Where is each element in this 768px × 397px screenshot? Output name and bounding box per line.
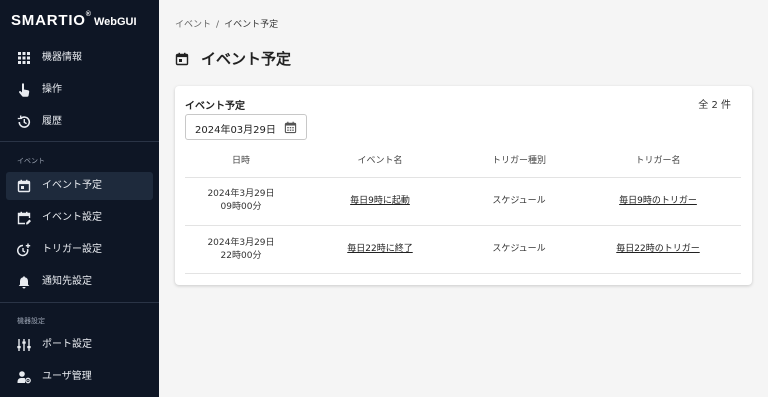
result-count: 全 2 件	[698, 100, 731, 111]
sidebar-item-label: 履歴	[42, 116, 62, 127]
row-time: 09時00分	[220, 202, 262, 212]
calendar-picker-icon[interactable]	[284, 121, 297, 134]
sidebar-item-notification-settings[interactable]: 通知先設定	[6, 268, 153, 296]
sidebar-item-label: 通知先設定	[42, 276, 92, 287]
trigger-type-cell: スケジュール	[492, 244, 546, 254]
column-header-trigger-name[interactable]: トリガー名	[635, 153, 680, 166]
table-header-divider	[185, 177, 741, 178]
brand-subtitle: WebGUI	[93, 16, 137, 28]
sidebar-item-port-settings[interactable]: ポート設定	[6, 331, 153, 359]
breadcrumb: イベント / イベント予定	[175, 17, 278, 30]
calendar-edit-icon	[17, 211, 31, 225]
brand-name: SMARTIO	[11, 12, 86, 29]
sidebar-section-event: イベント	[17, 157, 45, 165]
row-date: 2024年3月29日	[207, 238, 275, 248]
event-name-link[interactable]: 毎日9時に起動	[350, 195, 410, 208]
sidebar-item-event-schedule[interactable]: イベント予定	[6, 172, 153, 200]
sidebar-item-label: トリガー設定	[42, 244, 102, 255]
sidebar-item-history[interactable]: 履歴	[6, 108, 153, 136]
event-schedule-card: イベント予定 全 2 件 2024年03月29日 日時 イベント名 トリガー種別…	[175, 86, 752, 285]
event-name-link[interactable]: 毎日22時に終了	[347, 243, 412, 256]
table-row-divider	[185, 225, 741, 226]
sidebar-section-device: 機器設定	[17, 317, 45, 325]
hand-pointer-icon	[19, 83, 30, 97]
table-cell-date: 2024年3月29日 22時00分	[207, 237, 274, 263]
breadcrumb-separator: /	[216, 20, 220, 30]
sidebar: SMARTIO®WebGUI 機器情報 操作 履歴 イベント イベント予定 イベ…	[0, 0, 159, 397]
trigger-name-link[interactable]: 毎日22時のトリガー	[616, 243, 699, 256]
sidebar-item-event-settings[interactable]: イベント設定	[6, 204, 153, 232]
card-title: イベント予定	[185, 101, 245, 112]
brand-logo[interactable]: SMARTIO®WebGUI	[11, 11, 137, 30]
sidebar-divider	[0, 141, 159, 142]
bell-icon	[18, 276, 30, 289]
grid-icon	[18, 52, 30, 64]
sliders-icon	[17, 339, 31, 351]
date-value: 2024年03月29日	[195, 125, 276, 136]
trigger-type-cell: スケジュール	[492, 196, 546, 206]
sidebar-item-label: 機器情報	[42, 52, 82, 63]
row-date: 2024年3月29日	[207, 189, 275, 199]
page-title: イベント予定	[175, 48, 291, 69]
breadcrumb-current: イベント予定	[224, 20, 279, 30]
date-picker-input[interactable]: 2024年03月29日	[185, 114, 307, 140]
brand-registered-mark: ®	[85, 11, 91, 18]
row-time: 22時00分	[220, 251, 262, 261]
calendar-icon	[175, 52, 189, 65]
column-header-datetime[interactable]: 日時	[232, 153, 250, 166]
sidebar-item-user-management[interactable]: ユーザ管理	[6, 363, 153, 391]
user-gear-icon	[17, 371, 31, 384]
calendar-icon	[17, 179, 31, 193]
column-header-event-name[interactable]: イベント名	[357, 153, 402, 166]
sidebar-item-trigger-settings[interactable]: トリガー設定	[6, 236, 153, 264]
sidebar-item-label: イベント予定	[42, 180, 102, 191]
page-title-text: イベント予定	[201, 50, 292, 68]
trigger-name-link[interactable]: 毎日9時のトリガー	[619, 195, 697, 208]
sidebar-item-label: ポート設定	[42, 339, 92, 350]
sidebar-item-operation[interactable]: 操作	[6, 76, 153, 104]
sidebar-item-label: 操作	[42, 84, 62, 95]
table-cell-date: 2024年3月29日 09時00分	[207, 188, 274, 214]
sidebar-item-label: イベント設定	[42, 212, 102, 223]
sidebar-item-label: ユーザ管理	[42, 371, 92, 382]
breadcrumb-parent[interactable]: イベント	[175, 20, 211, 30]
timer-add-icon	[17, 243, 31, 257]
sidebar-divider	[0, 302, 159, 303]
sidebar-item-device-info[interactable]: 機器情報	[6, 44, 153, 72]
column-header-trigger-type[interactable]: トリガー種別	[492, 153, 546, 166]
table-row-divider	[185, 273, 741, 274]
history-icon	[17, 115, 31, 128]
